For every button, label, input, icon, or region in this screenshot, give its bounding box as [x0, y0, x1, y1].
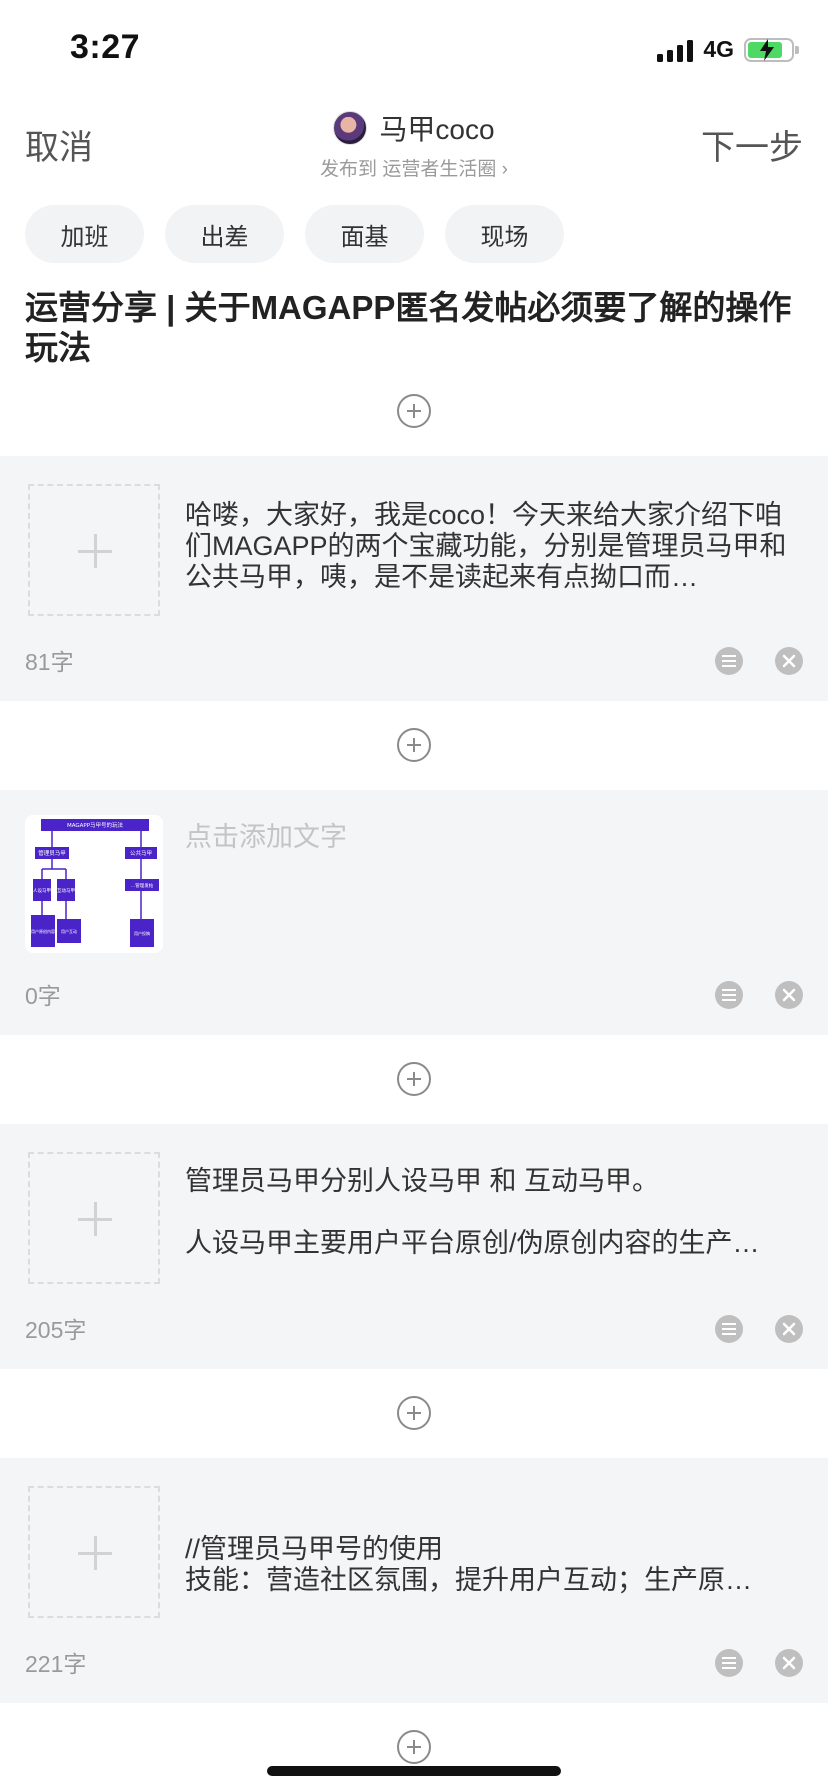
flowchart-b3: 用户投稿	[134, 930, 150, 936]
avatar	[333, 111, 368, 145]
block-text-placeholder[interactable]: 点击添加文字	[185, 822, 805, 858]
flowchart-r1: …管理发帖	[131, 882, 154, 889]
tag-item[interactable]: 面基	[305, 205, 424, 263]
post-title-input[interactable]: 运营分享 | 关于MAGAPP匿名发帖必须要了解的操作玩法	[25, 288, 803, 368]
flowchart-thumbnail: MAGAPP马甲号的玩法 管理员马甲 公共马甲 人设马甲 互动马甲 …管理发帖 …	[31, 819, 159, 947]
tag-item[interactable]: 现场	[445, 205, 564, 263]
tag-item[interactable]: 出差	[165, 205, 284, 263]
content-block: 哈喽，大家好，我是coco！今天来给大家介绍下咱们MAGAPP的两个宝藏功能，分…	[0, 456, 828, 701]
nav-user: 马甲coco	[333, 108, 495, 148]
add-image-icon[interactable]	[28, 1486, 160, 1618]
home-indicator	[267, 1766, 561, 1776]
network-type: 4G	[703, 36, 734, 62]
flowchart-b1: 用户原创内容	[31, 928, 55, 934]
flowchart-title: MAGAPP马甲号的玩法	[67, 821, 124, 829]
flowchart-l1: 人设马甲	[33, 887, 51, 894]
reorder-icon[interactable]	[715, 1649, 743, 1677]
user-name: 马甲coco	[379, 114, 495, 145]
tag-item[interactable]: 加班	[25, 205, 144, 263]
battery-icon	[744, 37, 799, 62]
add-block-icon[interactable]	[397, 394, 431, 428]
content-block: 管理员马甲分别人设马甲 和 互动马甲。 人设马甲主要用户平台原创/伪原创内容的生…	[0, 1124, 828, 1369]
delete-block-icon[interactable]	[775, 647, 803, 675]
flowchart-l2: 互动马甲	[57, 887, 75, 894]
flowchart-right-head: 公共马甲	[130, 849, 152, 857]
reorder-icon[interactable]	[715, 981, 743, 1009]
add-block-icon[interactable]	[397, 1730, 431, 1764]
next-step-button[interactable]: 下一步	[701, 120, 803, 169]
delete-block-icon[interactable]	[775, 1649, 803, 1677]
char-count: 221字	[25, 1651, 87, 1677]
flowchart-left-head: 管理员马甲	[38, 849, 66, 857]
content-block: MAGAPP马甲号的玩法 管理员马甲 公共马甲 人设马甲 互动马甲 …管理发帖 …	[0, 790, 828, 1035]
block-text[interactable]: 管理员马甲分别人设马甲 和 互动马甲。 人设马甲主要用户平台原创/伪原创内容的生…	[185, 1166, 805, 1259]
reorder-icon[interactable]	[715, 647, 743, 675]
flowchart-image[interactable]: MAGAPP马甲号的玩法 管理员马甲 公共马甲 人设马甲 互动马甲 …管理发帖 …	[25, 815, 163, 953]
status-time: 3:27	[70, 28, 141, 66]
nav-bar: 取消 马甲coco 发布到 运营者生活圈 › 下一步	[0, 100, 828, 188]
flowchart-b2: 用户互动	[61, 928, 77, 934]
tag-list: 加班 出差 面基 现场	[25, 205, 564, 263]
signal-icon	[657, 38, 694, 62]
reorder-icon[interactable]	[715, 1315, 743, 1343]
add-block-icon[interactable]	[397, 1396, 431, 1430]
block-text[interactable]: 哈喽，大家好，我是coco！今天来给大家介绍下咱们MAGAPP的两个宝藏功能，分…	[185, 500, 805, 593]
content-block: //管理员马甲号的使用 技能：营造社区氛围，提升用户互动；生产原… 221字	[0, 1458, 828, 1703]
delete-block-icon[interactable]	[775, 1315, 803, 1343]
status-indicators: 4G	[657, 36, 799, 63]
status-bar: 3:27 4G	[0, 0, 828, 100]
char-count: 205字	[25, 1317, 87, 1343]
add-image-icon[interactable]	[28, 484, 160, 616]
add-block-icon[interactable]	[397, 728, 431, 762]
block-text[interactable]: //管理员马甲号的使用 技能：营造社区氛围，提升用户互动；生产原…	[185, 1534, 805, 1596]
add-image-icon[interactable]	[28, 1152, 160, 1284]
char-count: 0字	[25, 983, 61, 1009]
add-block-icon[interactable]	[397, 1062, 431, 1096]
delete-block-icon[interactable]	[775, 981, 803, 1009]
char-count: 81字	[25, 649, 74, 675]
